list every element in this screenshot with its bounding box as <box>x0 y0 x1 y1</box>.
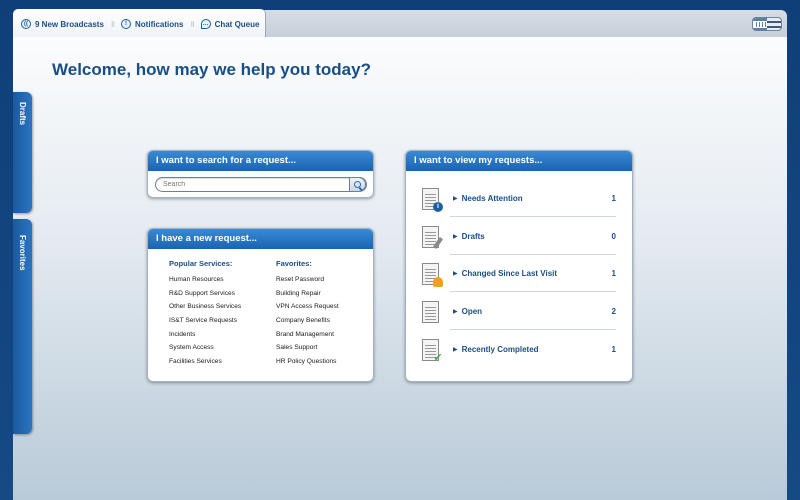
favorite-link[interactable]: Building Repair <box>276 287 373 301</box>
request-label: Recently Completed <box>461 345 539 354</box>
open-document-icon <box>422 300 439 323</box>
request-label: Drafts <box>461 232 485 241</box>
search-icon <box>354 181 361 188</box>
broadcast-icon: (( <box>21 19 31 29</box>
list-icon <box>767 20 781 28</box>
request-label: Changed Since Last Visit <box>461 269 558 278</box>
request-label: Needs Attention <box>461 194 523 203</box>
request-count: 1 <box>611 194 616 203</box>
request-row-open[interactable]: ▶ Open 2 <box>422 293 616 330</box>
popular-service-link[interactable]: R&D Support Services <box>169 287 276 301</box>
popular-services-column: Popular Services: Human Resources R&D Su… <box>169 259 276 369</box>
notification-icon: ! <box>121 19 132 29</box>
request-count: 1 <box>611 345 616 354</box>
request-row-drafts[interactable]: ▶ Drafts 0 <box>422 218 616 255</box>
favorite-link[interactable]: Brand Management <box>276 328 373 342</box>
requests-panel: I want to view my requests... i ▶ Needs … <box>405 150 633 382</box>
favorite-link[interactable]: Reset Password <box>276 273 373 287</box>
arrow-right-icon: ▶ <box>453 196 458 202</box>
info-document-icon: i <box>422 187 443 212</box>
side-tab-favorites-label: Favorites <box>18 235 27 271</box>
welcome-heading: Welcome, how may we help you today? <box>52 60 371 79</box>
favorite-link[interactable]: VPN Access Request <box>276 300 373 314</box>
search-button[interactable] <box>349 177 366 192</box>
search-panel-title: I want to search for a request... <box>148 151 373 171</box>
tab-broadcasts[interactable]: (( 9 New Broadcasts <box>21 19 104 29</box>
favorite-link[interactable]: Company Benefits <box>276 314 373 328</box>
popular-service-link[interactable]: Incidents <box>169 328 276 342</box>
side-tab-drafts-label: Drafts <box>18 102 27 126</box>
tab-chat-queue-label: Chat Queue <box>214 19 260 29</box>
request-count: 2 <box>611 307 616 316</box>
new-request-panel: I have a new request... Popular Services… <box>147 228 374 382</box>
grid-icon <box>753 20 767 28</box>
popular-service-link[interactable]: Facilities Services <box>169 355 276 369</box>
popular-service-link[interactable]: Other Business Services <box>169 300 276 314</box>
new-request-panel-title: I have a new request... <box>148 229 373 249</box>
tab-chat-queue[interactable]: … Chat Queue <box>200 19 260 29</box>
tab-notifications[interactable]: ! Notifications <box>121 19 183 29</box>
completed-document-icon: ✔ <box>422 338 443 364</box>
search-input[interactable] <box>163 179 343 190</box>
chat-icon: … <box>200 19 211 29</box>
service-columns: Popular Services: Human Resources R&D Su… <box>169 259 373 369</box>
popular-service-link[interactable]: System Access <box>169 341 276 355</box>
popular-service-link[interactable]: IS&T Service Requests <box>169 314 276 328</box>
popular-service-link[interactable]: Human Resources <box>169 273 276 287</box>
grid-view-button[interactable] <box>753 18 767 30</box>
search-panel: I want to search for a request... <box>147 150 374 198</box>
request-row-changed[interactable]: ▶ Changed Since Last Visit 1 <box>422 255 616 292</box>
side-tab-drafts[interactable]: Drafts <box>13 92 32 213</box>
notification-tab-strip: (( 9 New Broadcasts ⁝⁝ ! Notifications ⁝… <box>13 9 265 39</box>
draft-document-icon <box>422 225 444 249</box>
request-count: 0 <box>611 232 616 241</box>
arrow-right-icon: ▶ <box>453 347 458 353</box>
favorites-column: Favorites: Reset Password Building Repai… <box>276 259 373 369</box>
request-count: 1 <box>611 269 616 278</box>
favorites-heading: Favorites: <box>276 259 312 268</box>
tab-separator: ⁝⁝ <box>190 19 194 29</box>
search-box <box>155 177 367 192</box>
request-row-completed[interactable]: ✔ ▶ Recently Completed 1 <box>422 331 616 368</box>
list-view-button[interactable] <box>767 18 781 30</box>
request-label: Open <box>461 307 483 316</box>
tab-notifications-label: Notifications <box>135 19 184 29</box>
popular-services-heading: Popular Services: <box>169 259 233 268</box>
side-tab-favorites[interactable]: Favorites <box>13 219 32 434</box>
main-canvas <box>13 37 787 500</box>
request-row-needs-attention[interactable]: i ▶ Needs Attention 1 <box>422 180 616 217</box>
favorite-link[interactable]: Sales Support <box>276 341 373 355</box>
tab-separator: ⁝⁝ <box>110 19 115 29</box>
arrow-right-icon: ▶ <box>453 271 458 277</box>
requests-panel-title: I want to view my requests... <box>406 151 632 171</box>
tab-broadcasts-label: 9 New Broadcasts <box>35 19 104 29</box>
view-toggle <box>752 17 782 31</box>
arrow-right-icon: ▶ <box>453 309 458 315</box>
changed-document-icon <box>422 262 443 287</box>
favorite-link[interactable]: HR Policy Questions <box>276 355 373 369</box>
arrow-right-icon: ▶ <box>453 234 458 240</box>
